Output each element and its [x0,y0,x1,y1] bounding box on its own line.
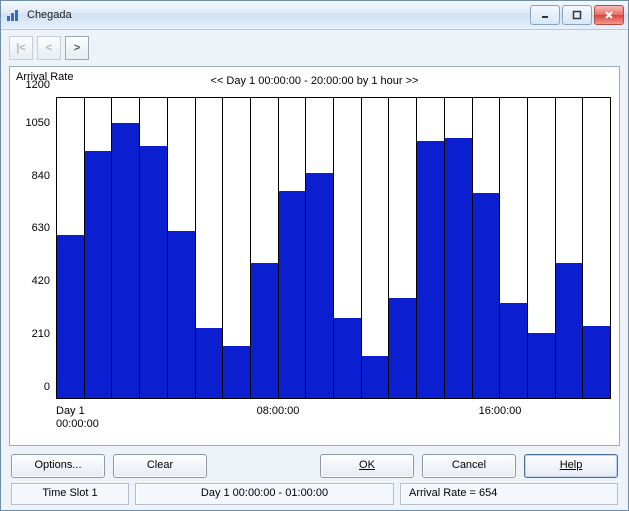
chart-title: << Day 1 00:00:00 - 20:00:00 by 1 hour >… [16,75,613,87]
button-row: Options... Clear OK Cancel Help [1,452,628,480]
bar [168,98,196,398]
app-window: Chegada |< < > Arrival Rate << Day 1 00:… [0,0,629,511]
y-axis: 021042063084010501200 [10,97,54,399]
bar [500,98,528,398]
y-tick-label: 840 [32,170,50,182]
ok-label: OK [359,459,375,471]
help-label: Help [560,459,583,471]
y-tick-label: 0 [44,381,50,393]
x-axis: Day 1 00:00:00 08:00:00 16:00:00 [56,403,611,437]
clear-button[interactable]: Clear [113,454,207,478]
x-tick-label: 16:00:00 [479,405,522,418]
maximize-button[interactable] [562,5,592,25]
bar [389,98,417,398]
bar [473,98,501,398]
status-timeslot: Time Slot 1 [11,483,129,505]
y-tick-label: 1200 [26,79,50,91]
x-tick-label: 08:00:00 [257,405,300,418]
y-tick-label: 1050 [26,117,50,129]
close-button[interactable] [594,5,624,25]
bar [112,98,140,398]
y-tick-label: 210 [32,328,50,340]
minimize-button[interactable] [530,5,560,25]
plot-area [56,97,611,399]
titlebar: Chegada [1,1,628,30]
bar [279,98,307,398]
chart-panel: Arrival Rate << Day 1 00:00:00 - 20:00:0… [9,66,620,446]
bar [57,98,85,398]
status-range: Day 1 00:00:00 - 01:00:00 [135,483,394,505]
status-bar: Time Slot 1 Day 1 00:00:00 - 01:00:00 Ar… [1,480,628,511]
bar [85,98,113,398]
bar [251,98,279,398]
bar [196,98,224,398]
x-tick-label: Day 1 00:00:00 [56,405,99,431]
bar [306,98,334,398]
bar [528,98,556,398]
chart-icon [5,7,21,23]
ok-button[interactable]: OK [320,454,414,478]
options-button[interactable]: Options... [11,454,105,478]
y-tick-label: 420 [32,275,50,287]
help-button[interactable]: Help [524,454,618,478]
toolbar: |< < > [1,30,628,62]
bar [417,98,445,398]
y-tick-label: 630 [32,222,50,234]
window-title: Chegada [27,9,72,21]
bar [583,98,610,398]
rewind-button[interactable]: |< [9,36,33,60]
bar [334,98,362,398]
bar [556,98,584,398]
bar-series [57,98,610,398]
next-button[interactable]: > [65,36,89,60]
bar [223,98,251,398]
bar [362,98,390,398]
bar [445,98,473,398]
bar [140,98,168,398]
plot [56,97,611,399]
prev-button[interactable]: < [37,36,61,60]
cancel-button[interactable]: Cancel [422,454,516,478]
window-buttons [530,5,624,25]
status-rate: Arrival Rate = 654 [400,483,618,505]
